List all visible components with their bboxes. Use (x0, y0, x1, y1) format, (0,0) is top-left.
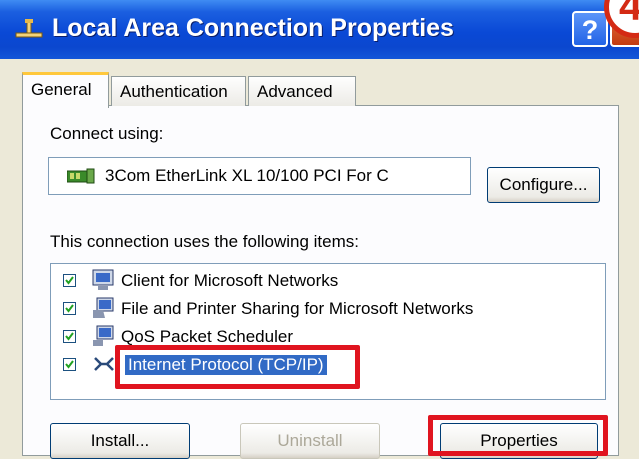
network-connection-icon (15, 19, 43, 38)
list-item[interactable]: Client for Microsoft Networks (61, 267, 601, 295)
protocol-icon (94, 357, 114, 371)
checkbox[interactable] (63, 330, 76, 343)
help-button[interactable]: ? (572, 11, 608, 47)
item-label: File and Printer Sharing for Microsoft N… (121, 299, 474, 318)
tab-advanced[interactable]: Advanced (248, 76, 356, 106)
highlight-tcp-ip (115, 345, 360, 389)
title-bar[interactable]: Local Area Connection Properties ? 4 (0, 0, 639, 59)
configure-button[interactable]: Configure... (487, 167, 600, 203)
install-button[interactable]: Install... (50, 423, 190, 459)
adapter-field: 3Com EtherLink XL 10/100 PCI For C (48, 157, 471, 195)
properties-dialog: Local Area Connection Properties ? 4 Gen… (0, 0, 639, 459)
qos-scheduler-icon (93, 325, 114, 346)
tab-authentication[interactable]: Authentication (111, 76, 246, 106)
window-title: Local Area Connection Properties (52, 14, 454, 42)
item-label: QoS Packet Scheduler (121, 327, 293, 346)
tab-general[interactable]: General (22, 72, 109, 108)
adapter-name: 3Com EtherLink XL 10/100 PCI For C (105, 166, 389, 185)
highlight-properties (428, 415, 608, 456)
list-item[interactable]: File and Printer Sharing for Microsoft N… (61, 295, 601, 323)
items-label: This connection uses the following items… (50, 232, 359, 251)
item-label: Client for Microsoft Networks (121, 271, 339, 290)
checkbox[interactable] (63, 274, 76, 287)
network-client-icon (92, 269, 114, 290)
uninstall-button[interactable]: Uninstall (240, 423, 380, 459)
connect-using-label: Connect using: (50, 124, 164, 143)
checkbox[interactable] (63, 302, 76, 315)
checkbox[interactable] (63, 358, 76, 371)
file-printer-sharing-icon (93, 297, 114, 318)
network-adapter-icon (67, 168, 95, 184)
